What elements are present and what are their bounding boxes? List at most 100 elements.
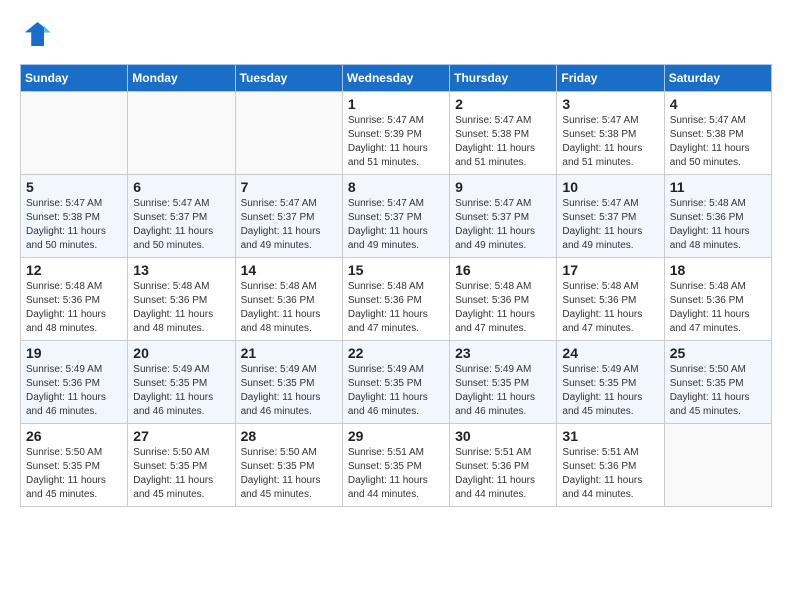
day-info: Sunrise: 5:48 AM Sunset: 5:36 PM Dayligh…: [26, 280, 122, 336]
day-info: Sunrise: 5:48 AM Sunset: 5:36 PM Dayligh…: [670, 197, 766, 253]
day-number: 6: [133, 179, 229, 195]
day-cell: 14 Sunrise: 5:48 AM Sunset: 5:36 PM Dayli…: [235, 258, 342, 341]
day-info: Sunrise: 5:50 AM Sunset: 5:35 PM Dayligh…: [133, 446, 229, 502]
day-number: 10: [562, 179, 658, 195]
day-cell: [128, 92, 235, 175]
day-number: 27: [133, 428, 229, 444]
day-info: Sunrise: 5:47 AM Sunset: 5:37 PM Dayligh…: [133, 197, 229, 253]
day-info: Sunrise: 5:51 AM Sunset: 5:36 PM Dayligh…: [562, 446, 658, 502]
day-number: 16: [455, 262, 551, 278]
day-info: Sunrise: 5:47 AM Sunset: 5:38 PM Dayligh…: [455, 114, 551, 170]
day-number: 2: [455, 96, 551, 112]
day-info: Sunrise: 5:48 AM Sunset: 5:36 PM Dayligh…: [241, 280, 337, 336]
day-info: Sunrise: 5:47 AM Sunset: 5:39 PM Dayligh…: [348, 114, 444, 170]
day-info: Sunrise: 5:48 AM Sunset: 5:36 PM Dayligh…: [133, 280, 229, 336]
day-cell: 12 Sunrise: 5:48 AM Sunset: 5:36 PM Dayli…: [21, 258, 128, 341]
day-cell: 7Sunrise: 5:47 AM Sunset: 5:37 PM Daylig…: [235, 175, 342, 258]
day-info: Sunrise: 5:49 AM Sunset: 5:35 PM Dayligh…: [348, 363, 444, 419]
day-number: 5: [26, 179, 122, 195]
day-number: 14: [241, 262, 337, 278]
day-info: Sunrise: 5:50 AM Sunset: 5:35 PM Dayligh…: [241, 446, 337, 502]
day-number: 7: [241, 179, 337, 195]
day-cell: 29 Sunrise: 5:51 AM Sunset: 5:35 PM Dayli…: [342, 424, 449, 507]
day-info: Sunrise: 5:47 AM Sunset: 5:37 PM Dayligh…: [562, 197, 658, 253]
day-info: Sunrise: 5:49 AM Sunset: 5:36 PM Dayligh…: [26, 363, 122, 419]
day-cell: 3Sunrise: 5:47 AM Sunset: 5:38 PM Daylig…: [557, 92, 664, 175]
day-info: Sunrise: 5:49 AM Sunset: 5:35 PM Dayligh…: [241, 363, 337, 419]
week-row-4: 19 Sunrise: 5:49 AM Sunset: 5:36 PM Dayli…: [21, 341, 772, 424]
day-number: 24: [562, 345, 658, 361]
day-cell: 28 Sunrise: 5:50 AM Sunset: 5:35 PM Dayli…: [235, 424, 342, 507]
day-cell: 17 Sunrise: 5:48 AM Sunset: 5:36 PM Dayli…: [557, 258, 664, 341]
day-cell: 8 Sunrise: 5:47 AM Sunset: 5:37 PM Daylig…: [342, 175, 449, 258]
week-row-5: 26 Sunrise: 5:50 AM Sunset: 5:35 PM Dayli…: [21, 424, 772, 507]
day-info: Sunrise: 5:49 AM Sunset: 5:35 PM Dayligh…: [455, 363, 551, 419]
day-cell: 30 Sunrise: 5:51 AM Sunset: 5:36 PM Dayli…: [450, 424, 557, 507]
col-header-wednesday: Wednesday: [342, 65, 449, 92]
day-number: 28: [241, 428, 337, 444]
day-info: Sunrise: 5:48 AM Sunset: 5:36 PM Dayligh…: [562, 280, 658, 336]
col-header-sunday: Sunday: [21, 65, 128, 92]
day-cell: 2 Sunrise: 5:47 AM Sunset: 5:38 PM Daylig…: [450, 92, 557, 175]
day-number: 17: [562, 262, 658, 278]
day-cell: 24 Sunrise: 5:49 AM Sunset: 5:35 PM Dayli…: [557, 341, 664, 424]
day-number: 19: [26, 345, 122, 361]
day-cell: 6 Sunrise: 5:47 AM Sunset: 5:37 PM Daylig…: [128, 175, 235, 258]
day-cell: 25Sunrise: 5:50 AM Sunset: 5:35 PM Dayli…: [664, 341, 771, 424]
day-cell: [235, 92, 342, 175]
col-header-monday: Monday: [128, 65, 235, 92]
day-number: 30: [455, 428, 551, 444]
day-info: Sunrise: 5:50 AM Sunset: 5:35 PM Dayligh…: [26, 446, 122, 502]
day-number: 9: [455, 179, 551, 195]
day-info: Sunrise: 5:51 AM Sunset: 5:36 PM Dayligh…: [455, 446, 551, 502]
day-cell: 22 Sunrise: 5:49 AM Sunset: 5:35 PM Dayli…: [342, 341, 449, 424]
day-cell: [664, 424, 771, 507]
day-cell: 4Sunrise: 5:47 AM Sunset: 5:38 PM Daylig…: [664, 92, 771, 175]
logo: [20, 20, 56, 52]
day-cell: 16 Sunrise: 5:48 AM Sunset: 5:36 PM Dayli…: [450, 258, 557, 341]
day-cell: 18Sunrise: 5:48 AM Sunset: 5:36 PM Dayli…: [664, 258, 771, 341]
week-row-2: 5 Sunrise: 5:47 AM Sunset: 5:38 PM Daylig…: [21, 175, 772, 258]
logo-icon: [20, 18, 52, 50]
day-number: 4: [670, 96, 766, 112]
day-info: Sunrise: 5:49 AM Sunset: 5:35 PM Dayligh…: [133, 363, 229, 419]
day-number: 3: [562, 96, 658, 112]
day-number: 26: [26, 428, 122, 444]
day-info: Sunrise: 5:49 AM Sunset: 5:35 PM Dayligh…: [562, 363, 658, 419]
day-info: Sunrise: 5:51 AM Sunset: 5:35 PM Dayligh…: [348, 446, 444, 502]
calendar-table: SundayMondayTuesdayWednesdayThursdayFrid…: [20, 64, 772, 507]
day-cell: 21Sunrise: 5:49 AM Sunset: 5:35 PM Dayli…: [235, 341, 342, 424]
header: [20, 20, 772, 52]
day-info: Sunrise: 5:47 AM Sunset: 5:37 PM Dayligh…: [348, 197, 444, 253]
day-cell: 9 Sunrise: 5:47 AM Sunset: 5:37 PM Daylig…: [450, 175, 557, 258]
day-number: 18: [670, 262, 766, 278]
day-number: 23: [455, 345, 551, 361]
col-header-thursday: Thursday: [450, 65, 557, 92]
day-cell: 5 Sunrise: 5:47 AM Sunset: 5:38 PM Daylig…: [21, 175, 128, 258]
day-number: 12: [26, 262, 122, 278]
page: SundayMondayTuesdayWednesdayThursdayFrid…: [0, 0, 792, 517]
header-row: SundayMondayTuesdayWednesdayThursdayFrid…: [21, 65, 772, 92]
day-cell: 23 Sunrise: 5:49 AM Sunset: 5:35 PM Dayli…: [450, 341, 557, 424]
day-cell: [21, 92, 128, 175]
week-row-3: 12 Sunrise: 5:48 AM Sunset: 5:36 PM Dayli…: [21, 258, 772, 341]
day-number: 11: [670, 179, 766, 195]
day-cell: 31 Sunrise: 5:51 AM Sunset: 5:36 PM Dayli…: [557, 424, 664, 507]
day-cell: 15Sunrise: 5:48 AM Sunset: 5:36 PM Dayli…: [342, 258, 449, 341]
day-number: 15: [348, 262, 444, 278]
day-number: 31: [562, 428, 658, 444]
day-number: 22: [348, 345, 444, 361]
col-header-friday: Friday: [557, 65, 664, 92]
day-info: Sunrise: 5:47 AM Sunset: 5:38 PM Dayligh…: [26, 197, 122, 253]
day-cell: 26 Sunrise: 5:50 AM Sunset: 5:35 PM Dayli…: [21, 424, 128, 507]
day-number: 29: [348, 428, 444, 444]
day-number: 8: [348, 179, 444, 195]
day-info: Sunrise: 5:48 AM Sunset: 5:36 PM Dayligh…: [455, 280, 551, 336]
week-row-1: 1 Sunrise: 5:47 AM Sunset: 5:39 PM Daylig…: [21, 92, 772, 175]
col-header-tuesday: Tuesday: [235, 65, 342, 92]
day-number: 25: [670, 345, 766, 361]
day-info: Sunrise: 5:47 AM Sunset: 5:37 PM Dayligh…: [455, 197, 551, 253]
day-cell: 20Sunrise: 5:49 AM Sunset: 5:35 PM Dayli…: [128, 341, 235, 424]
day-cell: 19 Sunrise: 5:49 AM Sunset: 5:36 PM Dayli…: [21, 341, 128, 424]
day-number: 1: [348, 96, 444, 112]
